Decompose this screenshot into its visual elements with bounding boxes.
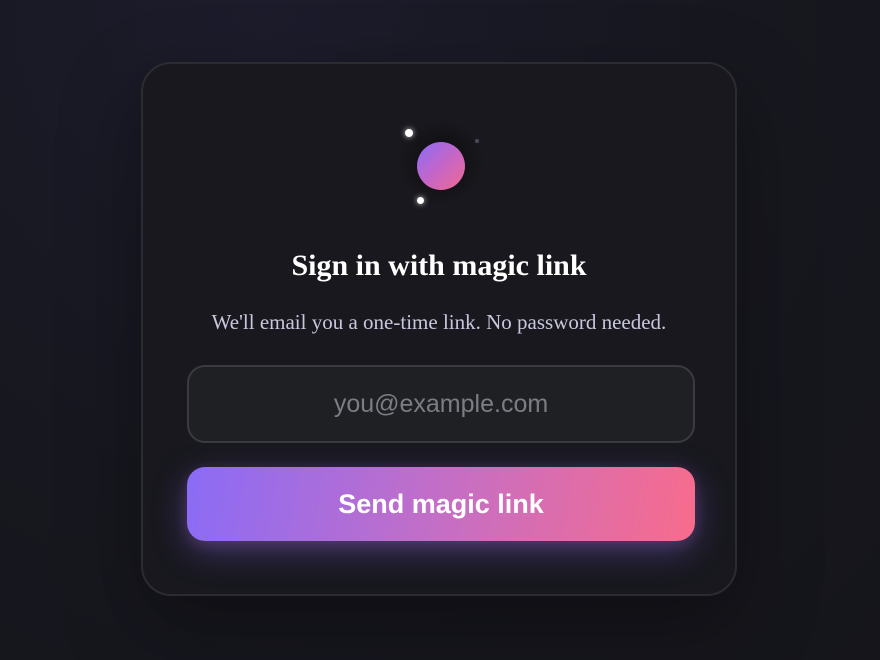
page-subtitle: We'll email you a one-time link. No pass… bbox=[211, 310, 667, 334]
orb bbox=[417, 142, 465, 190]
send-magic-link-button[interactable]: Send magic link bbox=[187, 467, 695, 541]
sign-in-card: Sign in with magic link We'll email you … bbox=[141, 62, 737, 596]
magic-orb-icon bbox=[393, 114, 489, 210]
sparkle-icon bbox=[475, 139, 479, 143]
sparkle-icon bbox=[405, 129, 413, 137]
page-title: Sign in with magic link bbox=[291, 249, 587, 282]
email-field[interactable] bbox=[187, 365, 695, 443]
sparkle-icon bbox=[417, 197, 424, 204]
